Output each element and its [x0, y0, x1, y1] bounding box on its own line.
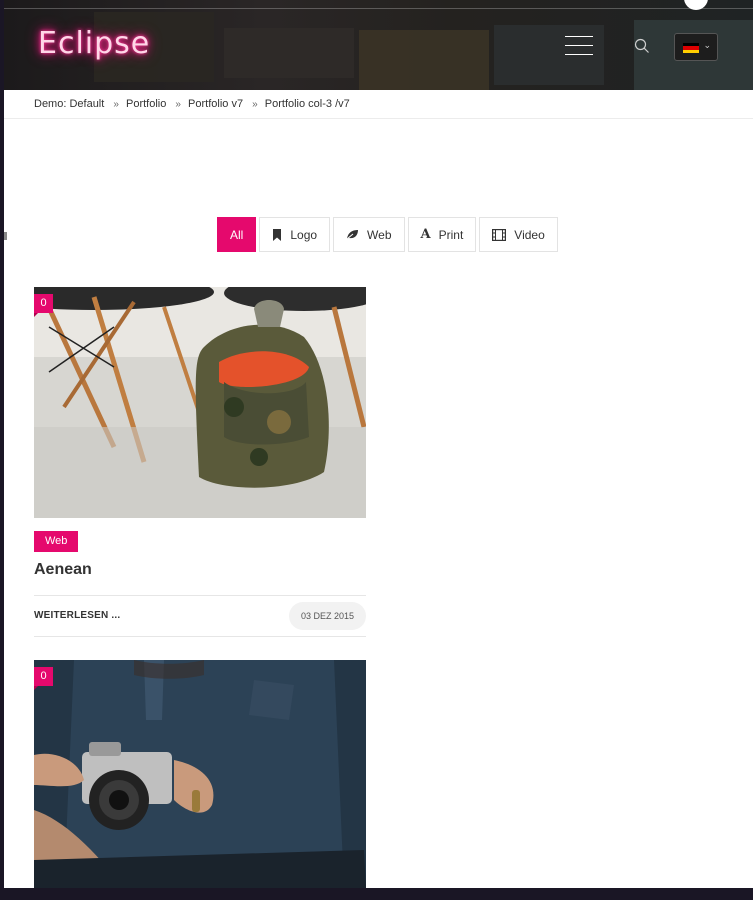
- edge-marker: [4, 232, 7, 240]
- likes-count-badge: 0: [34, 667, 53, 690]
- breadcrumb-separator: »: [175, 99, 181, 110]
- portfolio-image-camera[interactable]: 0: [34, 660, 366, 888]
- breadcrumb-item-portfolio[interactable]: Portfolio: [126, 98, 166, 110]
- film-icon: [492, 228, 507, 241]
- filter-print[interactable]: A Print: [407, 217, 477, 252]
- backpack-photo: [34, 287, 366, 518]
- filter-web[interactable]: Web: [333, 217, 405, 252]
- filter-label: Print: [438, 227, 464, 242]
- site-logo[interactable]: Eclipse: [38, 26, 150, 61]
- filter-all[interactable]: All: [217, 217, 257, 252]
- filter-label: Web: [367, 227, 392, 242]
- filter-logo[interactable]: Logo: [259, 217, 331, 252]
- header-divider: [4, 8, 753, 9]
- read-more-link[interactable]: WEITERLESEN ...: [34, 610, 120, 621]
- menu-hamburger-icon[interactable]: [565, 34, 593, 56]
- font-icon: A: [420, 227, 431, 242]
- filter-label: All: [230, 227, 244, 242]
- site-header: Eclipse ⌄: [4, 0, 753, 90]
- breadcrumb-item-portfolio-v7[interactable]: Portfolio v7: [188, 98, 243, 110]
- german-flag-icon: [683, 43, 699, 53]
- portfolio-filter-bar: All Logo Web A Print Video: [217, 217, 558, 252]
- category-tag-web[interactable]: Web: [34, 531, 79, 552]
- search-icon[interactable]: [634, 38, 650, 54]
- browser-page: Eclipse ⌄ Demo: Default » Portfolio » Po…: [4, 0, 753, 888]
- bookmark-icon: [272, 228, 282, 241]
- leaf-icon: [346, 229, 359, 240]
- breadcrumb-item-demo[interactable]: Demo: Default: [34, 98, 104, 110]
- camera-photo: [34, 660, 366, 888]
- filter-label: Logo: [290, 227, 318, 242]
- breadcrumb-separator: »: [252, 99, 258, 110]
- breadcrumb: Demo: Default » Portfolio » Portfolio v7…: [4, 90, 753, 119]
- likes-count-badge: 0: [34, 294, 53, 317]
- breadcrumb-current: Portfolio col-3 /v7: [264, 98, 350, 110]
- date-badge: 03 DEZ 2015: [289, 602, 366, 630]
- breadcrumb-separator: »: [113, 99, 119, 110]
- portfolio-image-backpack[interactable]: 0: [34, 287, 366, 518]
- filter-video[interactable]: Video: [479, 217, 558, 252]
- flag-stripe-gold: [683, 49, 699, 53]
- language-switcher[interactable]: ⌄: [674, 33, 718, 61]
- filter-label: Video: [514, 227, 545, 242]
- chevron-down-icon: ⌄: [703, 40, 711, 50]
- portfolio-item-title[interactable]: Aenean: [34, 561, 92, 579]
- divider: [34, 595, 366, 596]
- divider: [34, 636, 366, 637]
